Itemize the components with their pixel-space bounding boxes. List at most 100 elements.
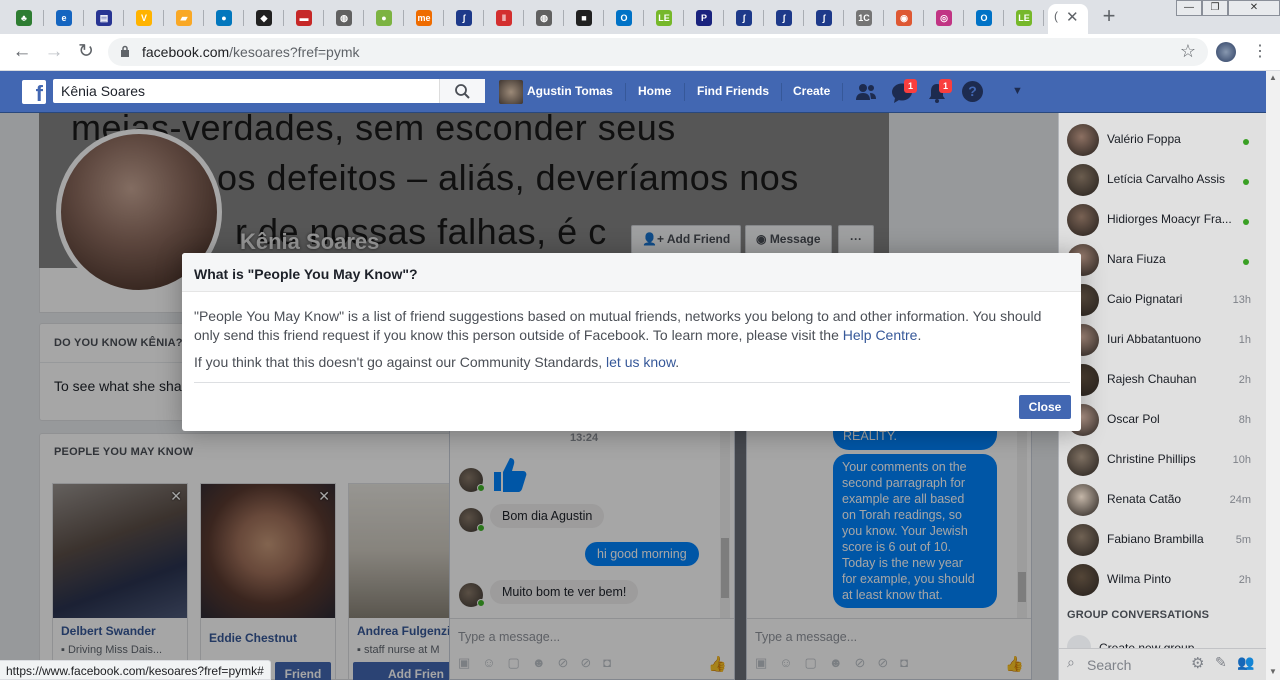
tab-separator	[563, 10, 564, 26]
browser-tab[interactable]: ◉	[886, 6, 924, 30]
browser-tab[interactable]: e	[46, 6, 84, 30]
close-tab-icon[interactable]: ✕	[1066, 8, 1079, 26]
browser-tab[interactable]: ▤	[86, 6, 124, 30]
browser-tab[interactable]: ▬	[286, 6, 324, 30]
browser-tab[interactable]: ▰	[166, 6, 204, 30]
browser-tab[interactable]: ●	[366, 6, 404, 30]
account-menu-chevron-icon[interactable]: ▼	[1012, 85, 1023, 97]
notifications-badge: 1	[939, 79, 952, 93]
tab-separator	[683, 10, 684, 26]
facebook-search-input[interactable]: Kênia Soares	[53, 79, 485, 103]
nav-find-friends[interactable]: Find Friends	[697, 84, 769, 98]
browser-tab[interactable]: ∫	[726, 6, 764, 30]
flag-icon: ▬	[296, 10, 312, 26]
dialog-body-end: .	[917, 327, 922, 343]
active-tab[interactable]: ( ✕	[1048, 4, 1088, 34]
scroll-down-icon[interactable]: ▼	[1269, 667, 1277, 676]
facebook-top-bar: f Kênia Soares Agustin Tomas Home Find F…	[0, 71, 1280, 113]
reload-icon[interactable]: ↻	[74, 41, 98, 65]
search-icon[interactable]	[439, 79, 485, 103]
tab-separator	[963, 10, 964, 26]
dialog-body-secondary: If you think that this doesn't go agains…	[194, 354, 679, 370]
tab-separator	[643, 10, 644, 26]
drupal-icon: ●	[216, 10, 232, 26]
tab-separator	[1003, 10, 1004, 26]
browser-tab[interactable]: LE	[1006, 6, 1044, 30]
nav-create[interactable]: Create	[793, 84, 830, 98]
friend-requests-icon[interactable]	[855, 82, 877, 105]
globe-icon: ◍	[536, 10, 552, 26]
scroll-up-icon[interactable]: ▲	[1269, 73, 1277, 82]
browser-tab[interactable]: V	[126, 6, 164, 30]
p-icon: P	[696, 10, 712, 26]
tab-separator	[43, 10, 44, 26]
new-tab-button[interactable]: +	[1096, 5, 1122, 29]
dialog-body: "People You May Know" is a list of frien…	[194, 307, 1064, 345]
browser-tab[interactable]: P	[686, 6, 724, 30]
close-button[interactable]: Close	[1019, 395, 1071, 419]
help-icon[interactable]: ?	[962, 81, 983, 102]
let-us-know-link[interactable]: let us know	[606, 354, 675, 370]
user-avatar[interactable]	[499, 80, 523, 104]
tab-separator	[843, 10, 844, 26]
le-icon: LE	[656, 10, 672, 26]
window-close-button[interactable]: ✕	[1228, 0, 1280, 16]
messages-badge: 1	[904, 79, 917, 93]
user-profile-link[interactable]: Agustin Tomas	[527, 84, 613, 98]
duckduckgo-icon: ◉	[896, 10, 912, 26]
chrome-menu-icon[interactable]: ⋮	[1252, 41, 1268, 61]
ball-icon: ●	[376, 10, 392, 26]
nav-separator	[781, 83, 782, 101]
browser-tab[interactable]: me	[406, 6, 444, 30]
browser-tab[interactable]: ∫	[806, 6, 844, 30]
browser-tab[interactable]: 1C	[846, 6, 884, 30]
browser-tab[interactable]: LE	[646, 6, 684, 30]
browser-tab[interactable]: ◆	[246, 6, 284, 30]
tab-separator	[483, 10, 484, 26]
nav-separator	[684, 83, 685, 101]
nav-separator	[842, 83, 843, 101]
browser-tab[interactable]: ◍	[526, 6, 564, 30]
browser-tab[interactable]: ‖	[486, 6, 524, 30]
tab-separator	[883, 10, 884, 26]
browser-tab[interactable]: ∫	[446, 6, 484, 30]
tab-separator	[603, 10, 604, 26]
browser-tab[interactable]: ◎	[926, 6, 964, 30]
forward-icon[interactable]: →	[42, 41, 66, 65]
pymk-info-dialog: What is "People You May Know"? "People Y…	[182, 253, 1081, 431]
tab-separator	[723, 10, 724, 26]
help-centre-link[interactable]: Help Centre	[843, 327, 918, 343]
browser-tab[interactable]: ■	[566, 6, 604, 30]
tab-separator	[763, 10, 764, 26]
minimize-button[interactable]: —	[1176, 0, 1202, 16]
dialog-header: What is "People You May Know"?	[182, 253, 1081, 292]
back-icon[interactable]: ←	[10, 41, 34, 65]
e-icon: e	[56, 10, 72, 26]
tab-separator	[83, 10, 84, 26]
tab-separator	[323, 10, 324, 26]
outlook-icon: O	[616, 10, 632, 26]
maximize-button[interactable]: ❐	[1202, 0, 1228, 16]
address-bar[interactable]: facebook.com/kesoares?fref=pymk ☆	[108, 38, 1208, 66]
page-scrollbar[interactable]: ▲ ▼	[1266, 71, 1280, 680]
browser-tab[interactable]: O	[966, 6, 1004, 30]
profile-avatar[interactable]	[1216, 42, 1236, 62]
search-value: Kênia Soares	[61, 83, 146, 99]
browser-tab[interactable]: O	[606, 6, 644, 30]
status-bar-url: https://www.facebook.com/kesoares?fref=p…	[0, 660, 271, 680]
browser-toolbar: ← → ↻ facebook.com/kesoares?fref=pymk ☆ …	[0, 34, 1280, 71]
swirl-icon: ∫	[776, 10, 792, 26]
nav-home[interactable]: Home	[638, 84, 671, 98]
swirl-icon: ∫	[816, 10, 832, 26]
bookmark-star-icon[interactable]: ☆	[1180, 41, 1196, 62]
browser-tab[interactable]: ●	[206, 6, 244, 30]
browser-tab[interactable]: ♣	[6, 6, 44, 30]
dialog-title: What is "People You May Know"?	[194, 266, 418, 282]
facebook-logo-icon[interactable]: f	[22, 80, 46, 104]
doc-icon: ▤	[96, 10, 112, 26]
lock-icon	[120, 45, 130, 57]
browser-tab[interactable]: ◍	[326, 6, 364, 30]
me-icon: me	[416, 10, 432, 26]
globe-icon: ◍	[336, 10, 352, 26]
browser-tab[interactable]: ∫	[766, 6, 804, 30]
